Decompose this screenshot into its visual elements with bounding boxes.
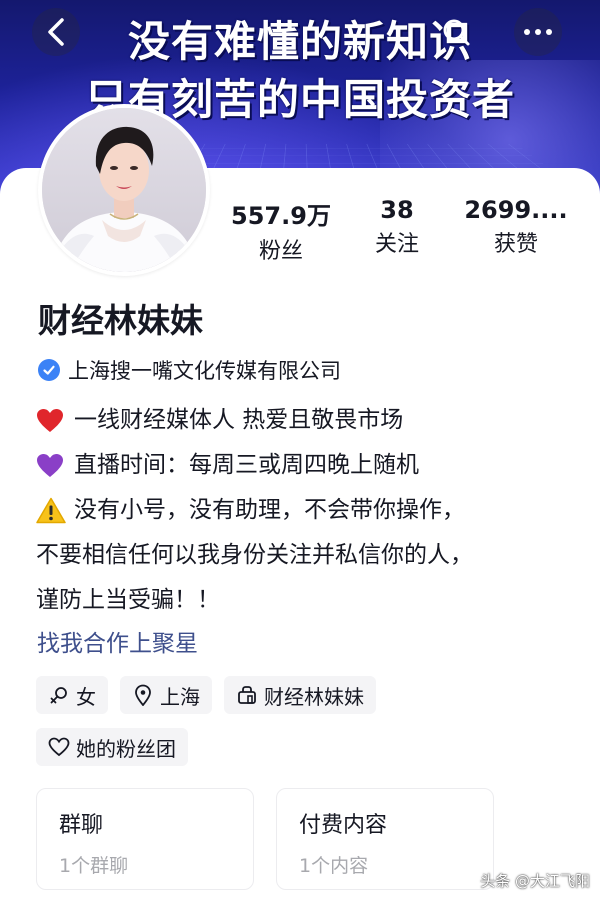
more-button[interactable] — [514, 8, 562, 56]
verification-text: 上海搜一嘴文化传媒有限公司 — [68, 359, 341, 383]
stat-value: 38 — [380, 196, 414, 224]
back-arrow-icon — [48, 18, 64, 46]
profile-name: 财经林妹妹 — [38, 301, 203, 340]
watermark: 头条 @大江飞阳 — [480, 872, 590, 890]
tag-gender[interactable]: 女 — [36, 676, 108, 714]
tag-label: 财经林妹妹 — [264, 684, 364, 709]
profile-tags: 女 上海 财经林妹妹 — [36, 676, 376, 714]
bio-text: 不要相信任何以我身份关注并私信你的人， — [36, 542, 473, 568]
back-button[interactable] — [32, 8, 80, 56]
card-subtitle: 1个内容 — [299, 855, 369, 877]
bio-line: 不要相信任何以我身份关注并私信你的人， — [36, 533, 576, 578]
tag-label: 女 — [76, 684, 96, 709]
avatar-portrait — [42, 108, 206, 272]
stat-likes[interactable]: 2699.... 获赞 — [454, 196, 578, 258]
banner-headline-1: 没有难懂的新知识 — [127, 17, 472, 66]
cooperation-link[interactable]: 找我合作上聚星 — [37, 624, 198, 658]
female-icon — [48, 684, 70, 706]
verification-row: 上海搜一嘴文化传媒有限公司 — [38, 356, 341, 384]
search-icon — [443, 19, 470, 46]
purple-heart-icon — [36, 452, 68, 480]
location-icon — [132, 684, 154, 706]
tag-shop[interactable]: 财经林妹妹 — [224, 676, 376, 714]
stat-value: 557.9万 — [231, 202, 331, 230]
bio-text: 谨防上当受骗！！ — [36, 587, 220, 613]
fan-group-tag[interactable]: 她的粉丝团 — [36, 728, 188, 766]
tag-label: 上海 — [160, 684, 200, 709]
bio-text: 一线财经媒体人 热爱且敬畏市场 — [74, 407, 404, 433]
bio-text: 直播时间：每周三或周四晚上随机 — [74, 452, 419, 478]
stat-label: 粉丝 — [258, 239, 303, 264]
warning-icon — [36, 497, 68, 525]
stat-value: 2699.... — [464, 196, 568, 224]
search-button[interactable] — [432, 8, 480, 56]
more-dots-icon — [524, 29, 552, 35]
profile-cards: 群聊 1个群聊 付费内容 1个内容 — [36, 788, 494, 890]
avatar[interactable] — [38, 104, 210, 276]
card-subtitle: 1个群聊 — [59, 855, 129, 877]
bio-line: 一线财经媒体人 热爱且敬畏市场 — [36, 398, 576, 443]
card-title: 付费内容 — [299, 813, 388, 838]
stat-fans[interactable]: 557.9万 粉丝 — [226, 196, 336, 265]
card-title: 群聊 — [59, 813, 104, 838]
verified-check-icon — [38, 359, 60, 381]
paid-content-card[interactable]: 付费内容 1个内容 — [276, 788, 494, 890]
group-chat-card[interactable]: 群聊 1个群聊 — [36, 788, 254, 890]
heart-outline-icon — [48, 736, 70, 758]
stat-following[interactable]: 38 关注 — [352, 196, 442, 258]
bio-line: 没有小号，没有助理，不会带你操作， — [36, 488, 576, 533]
tag-label: 她的粉丝团 — [76, 736, 176, 761]
red-heart-icon — [36, 407, 68, 435]
tag-location[interactable]: 上海 — [120, 676, 212, 714]
stat-label: 获赞 — [493, 232, 538, 257]
bio-line: 直播时间：每周三或周四晚上随机 — [36, 443, 576, 488]
profile-bio: 一线财经媒体人 热爱且敬畏市场 直播时间：每周三或周四晚上随机 没有小号，没有助… — [36, 398, 576, 623]
bio-line: 谨防上当受骗！！ — [36, 578, 576, 623]
bio-text: 没有小号，没有助理，不会带你操作， — [74, 497, 465, 523]
fan-group-row: 她的粉丝团 — [36, 728, 188, 766]
stat-label: 关注 — [374, 232, 419, 257]
shop-icon — [236, 684, 258, 706]
